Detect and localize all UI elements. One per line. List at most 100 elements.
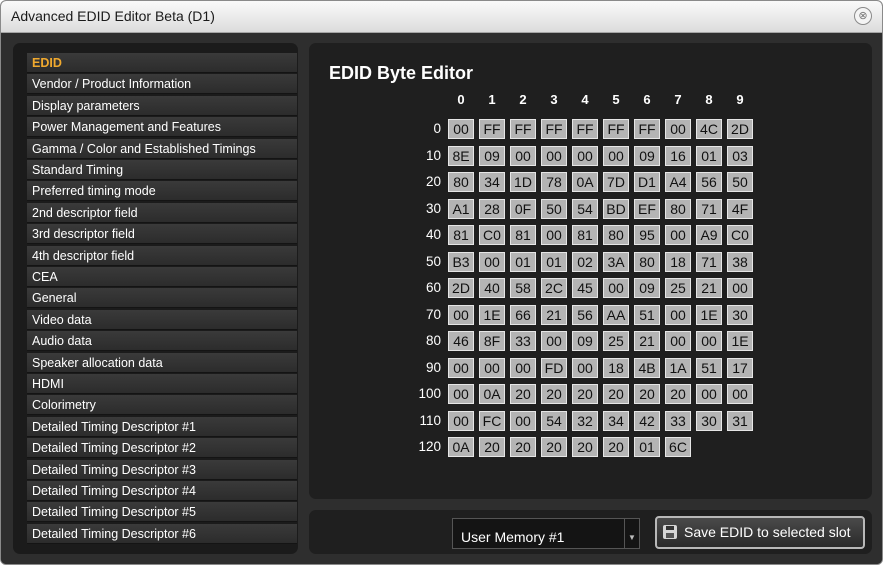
byte-cell[interactable]: 80 — [448, 172, 474, 192]
byte-cell[interactable]: 00 — [572, 145, 598, 166]
memory-slot-select[interactable]: User Memory #1 ▼ — [452, 518, 640, 549]
sidebar-item[interactable]: 3rd descriptor field — [27, 224, 297, 245]
byte-cell[interactable]: 00 — [665, 119, 691, 139]
byte-cell[interactable]: 7D — [603, 172, 629, 192]
byte-cell[interactable]: 80 — [634, 251, 660, 272]
close-icon[interactable]: ⊗ — [854, 7, 872, 25]
sidebar-item[interactable]: Detailed Timing Descriptor #6 — [27, 523, 297, 544]
byte-cell[interactable]: 18 — [603, 357, 629, 378]
byte-cell[interactable]: 00 — [727, 384, 753, 404]
byte-cell[interactable]: 01 — [510, 251, 536, 272]
byte-cell[interactable]: 21 — [634, 331, 660, 351]
byte-cell[interactable]: FF — [510, 119, 536, 139]
byte-cell[interactable]: 00 — [479, 251, 505, 272]
sidebar-item[interactable]: Audio data — [27, 331, 297, 352]
byte-cell[interactable]: 00 — [572, 357, 598, 378]
byte-cell[interactable]: 95 — [634, 225, 660, 245]
byte-cell[interactable]: 51 — [634, 304, 660, 325]
byte-cell[interactable]: FF — [541, 119, 567, 139]
byte-cell[interactable]: 33 — [510, 331, 536, 351]
byte-cell[interactable]: 01 — [634, 437, 660, 457]
sidebar-item[interactable]: HDMI — [27, 374, 297, 394]
byte-cell[interactable]: 54 — [572, 198, 598, 219]
byte-cell[interactable]: FD — [541, 357, 567, 378]
byte-cell[interactable]: 1A — [665, 357, 691, 378]
byte-cell[interactable]: 00 — [479, 357, 505, 378]
sidebar-item[interactable]: Detailed Timing Descriptor #2 — [27, 438, 297, 459]
byte-cell[interactable]: 18 — [665, 251, 691, 272]
byte-cell[interactable]: 16 — [665, 145, 691, 166]
byte-cell[interactable]: 00 — [510, 410, 536, 431]
byte-cell[interactable]: B3 — [448, 251, 474, 272]
sidebar-item[interactable]: Gamma / Color and Established Timings — [27, 138, 297, 159]
byte-cell[interactable]: 00 — [727, 278, 753, 298]
byte-cell[interactable]: 56 — [696, 172, 722, 192]
byte-cell[interactable]: FC — [479, 410, 505, 431]
byte-cell[interactable]: 00 — [541, 225, 567, 245]
byte-cell[interactable]: A9 — [696, 225, 722, 245]
sidebar-item[interactable]: Vendor / Product Information — [27, 74, 297, 95]
byte-cell[interactable]: 00 — [665, 331, 691, 351]
byte-cell[interactable]: FF — [479, 119, 505, 139]
byte-cell[interactable]: 00 — [696, 331, 722, 351]
byte-cell[interactable]: 31 — [727, 410, 753, 431]
byte-cell[interactable]: 78 — [541, 172, 567, 192]
byte-cell[interactable]: 34 — [603, 410, 629, 431]
byte-cell[interactable]: 33 — [665, 410, 691, 431]
byte-cell[interactable]: 17 — [727, 357, 753, 378]
byte-cell[interactable]: 30 — [727, 304, 753, 325]
byte-cell[interactable]: 45 — [572, 278, 598, 298]
byte-cell[interactable]: BD — [603, 198, 629, 219]
byte-cell[interactable]: 20 — [603, 384, 629, 404]
byte-cell[interactable]: 00 — [510, 145, 536, 166]
byte-cell[interactable]: 00 — [541, 331, 567, 351]
sidebar-item[interactable]: 2nd descriptor field — [27, 202, 297, 223]
byte-cell[interactable]: 01 — [541, 251, 567, 272]
byte-cell[interactable]: 00 — [510, 357, 536, 378]
sidebar-item[interactable]: Colorimetry — [27, 395, 297, 416]
byte-cell[interactable]: 38 — [727, 251, 753, 272]
byte-cell[interactable]: 00 — [665, 225, 691, 245]
byte-cell[interactable]: 51 — [696, 357, 722, 378]
sidebar-item[interactable]: Speaker allocation data — [27, 352, 297, 373]
byte-cell[interactable]: 80 — [665, 198, 691, 219]
sidebar-item[interactable]: Detailed Timing Descriptor #3 — [27, 459, 297, 480]
sidebar-item[interactable]: Detailed Timing Descriptor #4 — [27, 481, 297, 501]
byte-cell[interactable]: 00 — [448, 304, 474, 325]
byte-cell[interactable]: FF — [634, 119, 660, 139]
byte-cell[interactable]: 0A — [479, 384, 505, 404]
byte-cell[interactable]: 54 — [541, 410, 567, 431]
byte-cell[interactable]: 20 — [541, 437, 567, 457]
byte-cell[interactable]: 01 — [696, 145, 722, 166]
byte-cell[interactable]: 09 — [572, 331, 598, 351]
byte-cell[interactable]: 8F — [479, 331, 505, 351]
byte-cell[interactable]: 03 — [727, 145, 753, 166]
byte-cell[interactable]: 4C — [696, 119, 722, 139]
byte-cell[interactable]: D1 — [634, 172, 660, 192]
byte-cell[interactable]: 1E — [479, 304, 505, 325]
byte-cell[interactable]: EF — [634, 198, 660, 219]
sidebar-item[interactable]: Preferred timing mode — [27, 181, 297, 202]
sidebar-item[interactable]: Display parameters — [27, 95, 297, 116]
byte-cell[interactable]: FF — [603, 119, 629, 139]
byte-cell[interactable]: 20 — [479, 437, 505, 457]
byte-cell[interactable]: A1 — [448, 198, 474, 219]
sidebar-item[interactable]: CEA — [27, 267, 297, 287]
sidebar-item[interactable]: Standard Timing — [27, 160, 297, 180]
byte-cell[interactable]: 25 — [665, 278, 691, 298]
byte-cell[interactable]: 81 — [572, 225, 598, 245]
byte-cell[interactable]: 42 — [634, 410, 660, 431]
byte-cell[interactable]: 2C — [541, 278, 567, 298]
byte-cell[interactable]: FF — [572, 119, 598, 139]
byte-cell[interactable]: A4 — [665, 172, 691, 192]
byte-cell[interactable]: 81 — [510, 225, 536, 245]
byte-cell[interactable]: 20 — [541, 384, 567, 404]
byte-cell[interactable]: 0F — [510, 198, 536, 219]
byte-cell[interactable]: 20 — [510, 437, 536, 457]
byte-cell[interactable]: 1E — [696, 304, 722, 325]
byte-cell[interactable]: 46 — [448, 331, 474, 351]
byte-cell[interactable]: 71 — [696, 251, 722, 272]
byte-cell[interactable]: 00 — [665, 304, 691, 325]
byte-cell[interactable]: 80 — [603, 225, 629, 245]
sidebar-item[interactable]: Power Management and Features — [27, 117, 297, 138]
